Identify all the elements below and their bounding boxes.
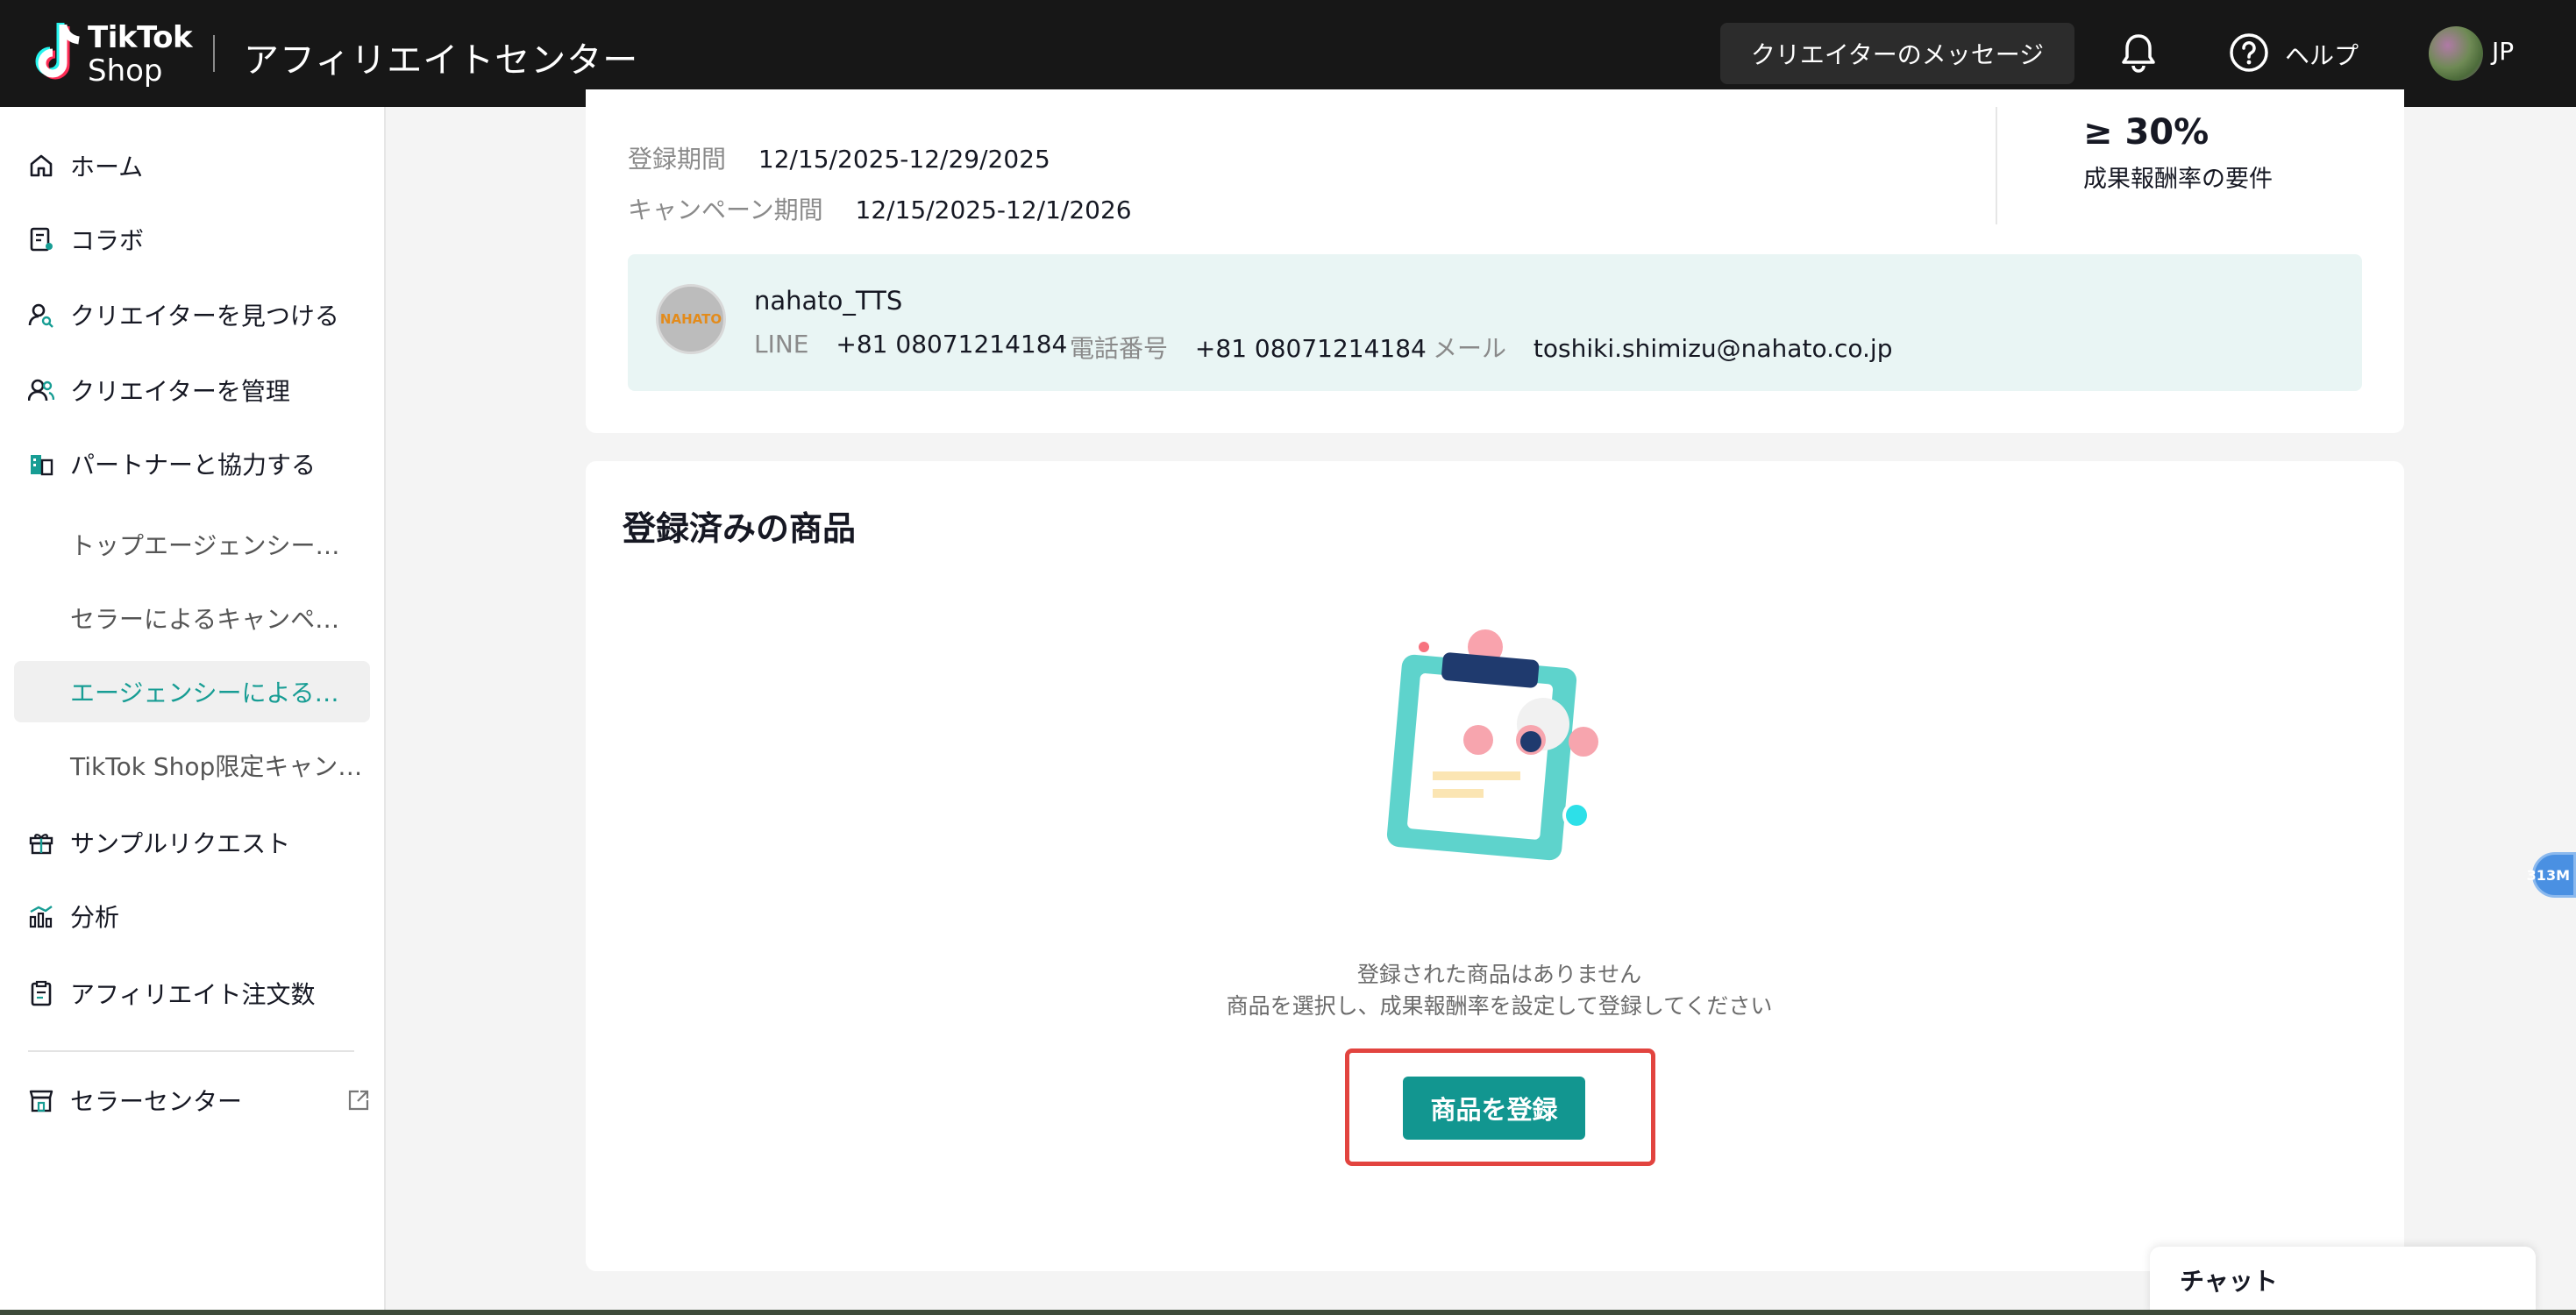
brand-wordmark[interactable]: TikTok Shop: [88, 20, 193, 89]
registration-period: 登録期間 12/15/2025-12/29/2025: [628, 140, 1050, 175]
commission-rate-value: ≥ 30%: [2083, 112, 2210, 153]
sidebar-item-seller-campaign[interactable]: セラーによるキャンペ…: [14, 587, 370, 649]
sidebar-item-label: エージェンシーによる…: [70, 679, 339, 707]
contact-mail: メール toshiki.shimizu@nahato.co.jp: [1433, 330, 1892, 365]
sidebar-item-label: パートナーと協力する: [70, 451, 317, 480]
external-link-icon: [348, 1090, 369, 1111]
sidebar-item-label: コラボ: [70, 226, 145, 255]
sidebar-item-partners[interactable]: パートナーと協力する: [14, 433, 370, 494]
phone-label: 電話番号: [1070, 334, 1169, 363]
contact-phone: 電話番号 +81 08071214184: [1070, 330, 1427, 365]
header-divider: [213, 35, 215, 72]
help-icon[interactable]: [2229, 32, 2269, 73]
sidebar-item-sample-requests[interactable]: サンプルリクエスト: [14, 812, 370, 873]
registration-period-value: 12/15/2025-12/29/2025: [758, 145, 1050, 174]
sidebar-item-label: サンプルリクエスト: [70, 829, 291, 858]
sidebar-item-label: 分析: [70, 903, 120, 932]
line-value[interactable]: +81 08071214184: [836, 330, 1067, 359]
help-link[interactable]: ヘルプ: [2285, 37, 2359, 72]
home-icon: [26, 151, 56, 181]
phone-value[interactable]: +81 08071214184: [1195, 334, 1427, 363]
registered-products-title: 登録済みの商品: [623, 509, 857, 548]
sidebar-item-manage-creators[interactable]: クリエイターを管理: [14, 359, 370, 421]
sidebar-item-affiliate-orders[interactable]: アフィリエイト注文数: [14, 963, 370, 1024]
mail-value[interactable]: toshiki.shimizu@nahato.co.jp: [1534, 334, 1893, 363]
campaign-period-value: 12/15/2025-12/1/2026: [855, 195, 1132, 224]
commission-rate-label: 成果報酬率の要件: [2083, 166, 2273, 193]
bell-icon[interactable]: [2118, 31, 2159, 75]
sidebar-item-seller-center[interactable]: セラーセンター: [14, 1070, 370, 1131]
sidebar-item-label: TikTok Shop限定キャン…: [70, 752, 363, 781]
sidebar-item-label: セラーセンター: [70, 1087, 243, 1116]
sidebar-item-label: アフィリエイト注文数: [70, 980, 316, 1009]
partner-icon: [26, 449, 56, 479]
user-avatar[interactable]: [2429, 26, 2483, 81]
brand-line1: TikTok: [88, 20, 193, 55]
find-creator-icon: [26, 300, 56, 330]
language-selector[interactable]: JP: [2492, 37, 2514, 66]
sidebar-item-label: クリエイターを管理: [70, 377, 290, 406]
campaign-period: キャンペーン期間 12/15/2025-12/1/2026: [628, 191, 1132, 226]
agency-contact-panel: [628, 254, 2362, 391]
floating-badge[interactable]: 313M: [2527, 852, 2576, 898]
mail-label: メール: [1433, 334, 1507, 363]
chat-button[interactable]: チャット: [2150, 1247, 2536, 1315]
agency-avatar: NAHATO: [656, 284, 726, 354]
sidebar-item-tiktok-shop-campaign[interactable]: TikTok Shop限定キャン…: [14, 735, 370, 796]
sidebar-item-find-creators[interactable]: クリエイターを見つける: [14, 284, 370, 345]
gift-icon: [26, 828, 56, 857]
brand-line2: Shop: [88, 53, 163, 89]
empty-state-message: 登録された商品はありません: [1356, 962, 1642, 987]
line-label: LINE: [754, 330, 809, 359]
empty-state-hint: 商品を選択し、成果報酬率を設定して登録してください: [1226, 993, 1773, 1019]
agency-name: nahato_TTS: [754, 286, 903, 316]
sidebar-divider: [28, 1050, 354, 1052]
registration-period-label: 登録期間: [628, 145, 727, 174]
page-title: アフィリエイトセンター: [244, 40, 639, 81]
campaign-period-label: キャンペーン期間: [628, 195, 823, 224]
tiktok-logo-icon[interactable]: [25, 19, 95, 88]
sidebar-item-agency-campaign[interactable]: エージェンシーによる…: [14, 661, 370, 722]
sidebar-item-label: ホーム: [70, 153, 144, 181]
sidebar-item-label: トップエージェンシー…: [70, 531, 340, 560]
info-divider: [1996, 107, 1997, 224]
collab-icon: [26, 224, 56, 254]
bottom-taskbar-strip: [0, 1310, 2576, 1315]
sidebar-item-collab[interactable]: コラボ: [14, 209, 370, 270]
store-icon: [26, 1085, 56, 1115]
sidebar: ホーム コラボ クリエイターを見つける クリエイターを管理 パートナーと協力する…: [0, 107, 386, 1315]
orders-icon: [26, 978, 56, 1008]
sidebar-item-home[interactable]: ホーム: [14, 135, 370, 196]
sidebar-item-analytics[interactable]: 分析: [14, 885, 370, 947]
sidebar-item-top-agency[interactable]: トップエージェンシー…: [14, 514, 370, 575]
empty-clipboard-icon: [1386, 629, 1598, 861]
contact-line: LINE +81 08071214184: [754, 330, 1067, 359]
sidebar-item-label: クリエイターを見つける: [70, 302, 339, 331]
analytics-icon: [26, 901, 56, 931]
manage-creators-icon: [26, 375, 56, 405]
register-products-button[interactable]: 商品を登録: [1403, 1077, 1585, 1140]
sidebar-item-label: セラーによるキャンペ…: [70, 605, 340, 634]
creator-messages-button[interactable]: クリエイターのメッセージ: [1720, 23, 2074, 84]
